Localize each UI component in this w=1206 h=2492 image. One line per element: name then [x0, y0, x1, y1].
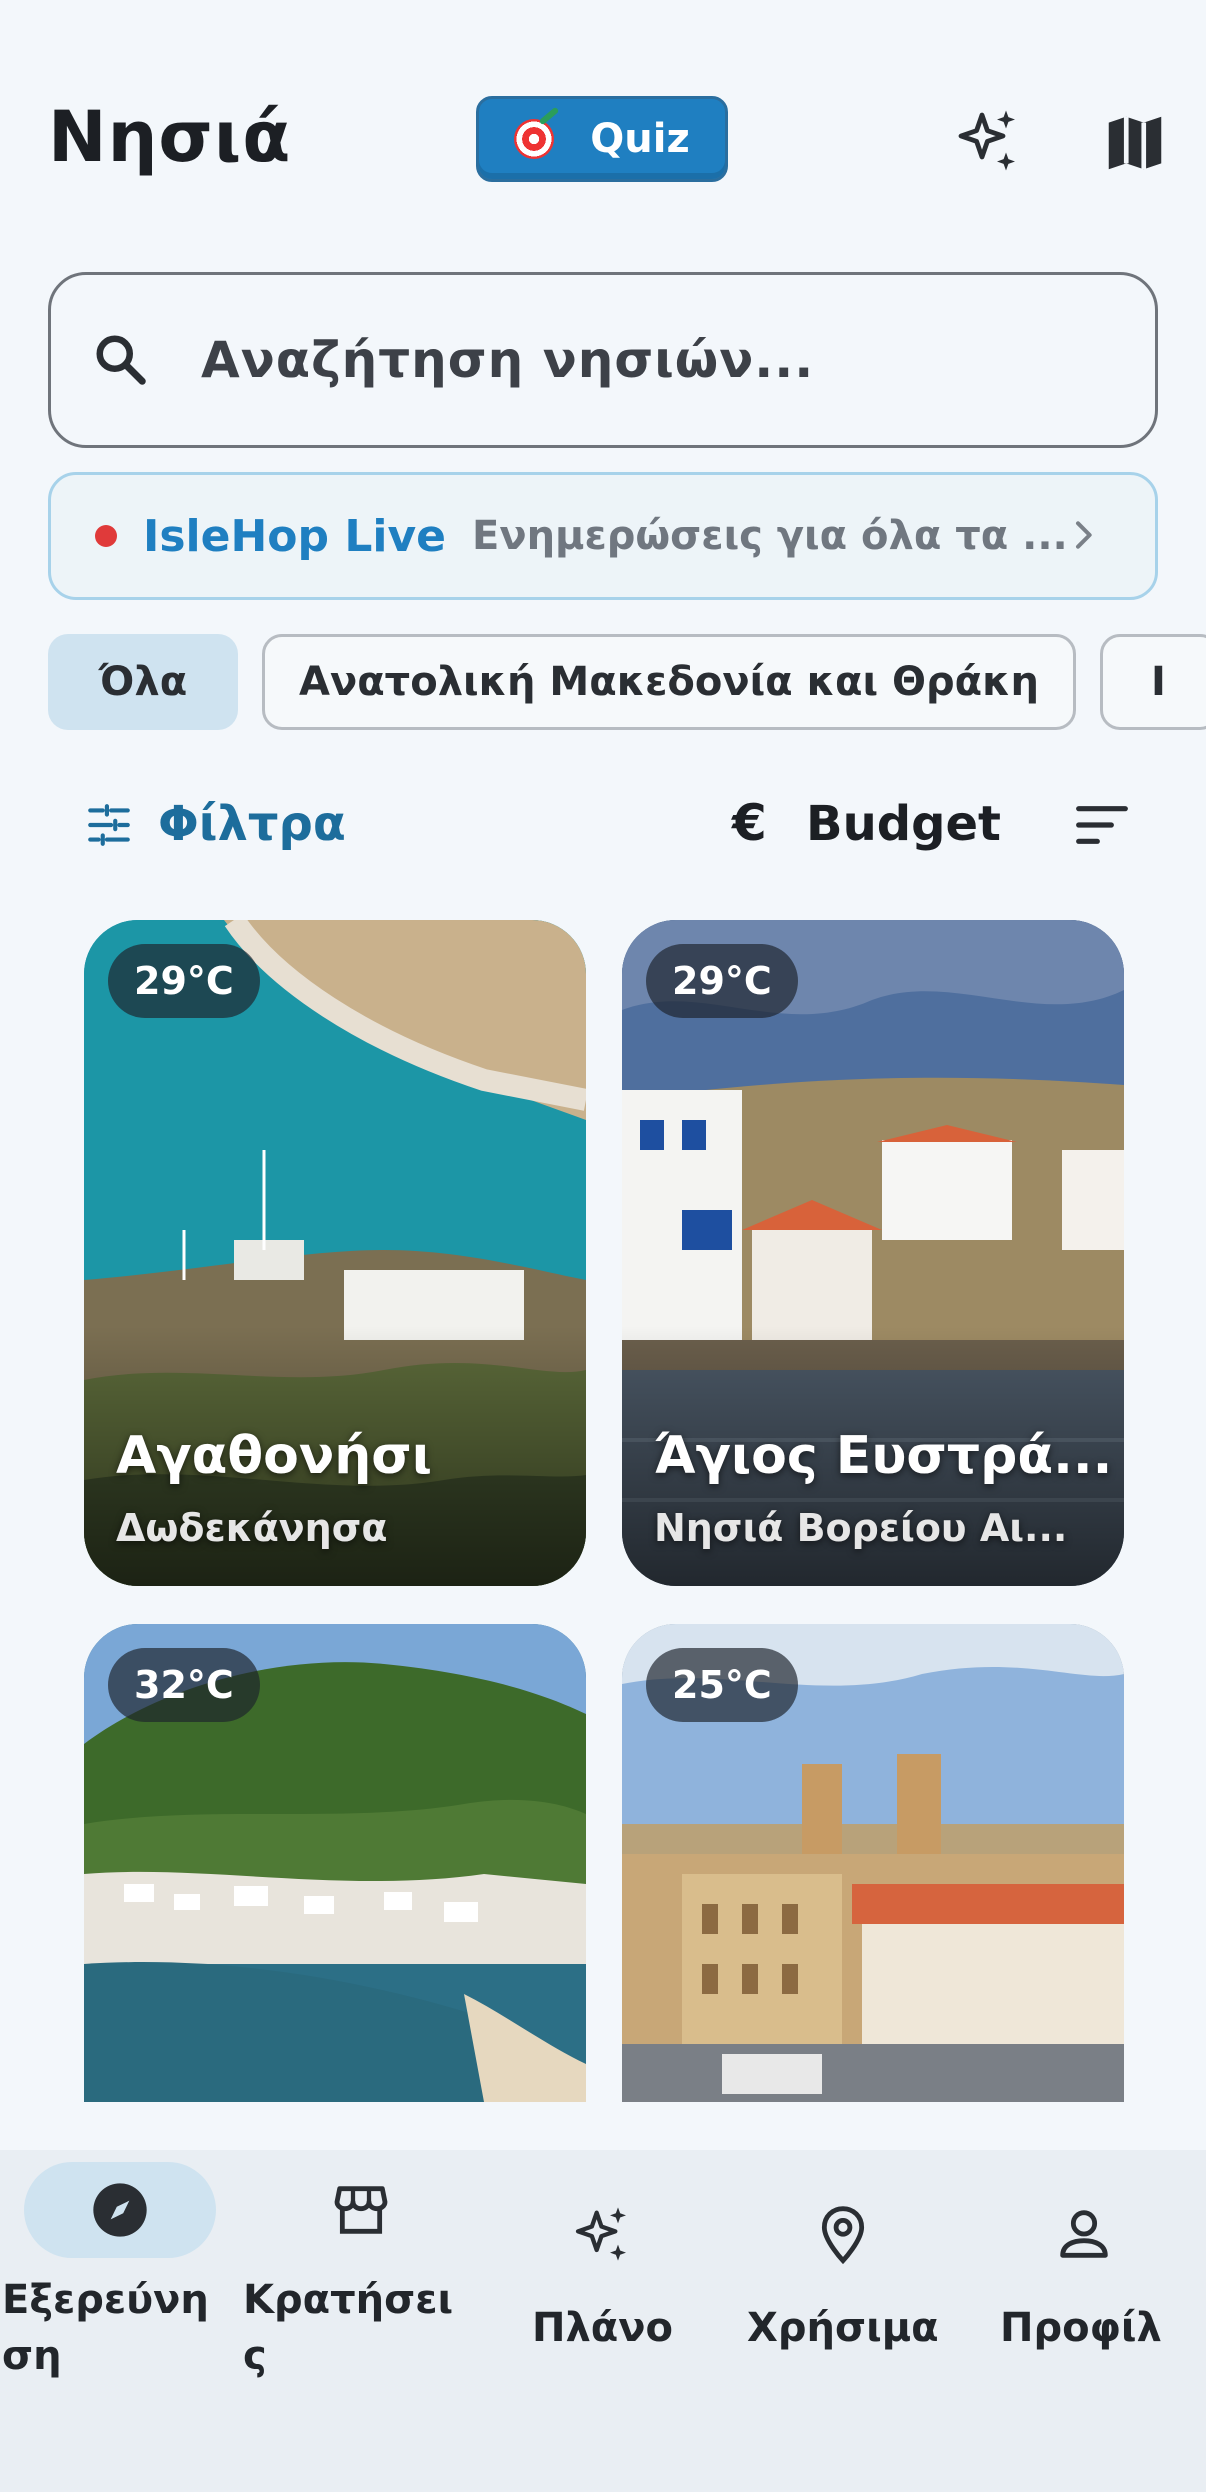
- search-input[interactable]: Αναζήτηση νησιών...: [48, 272, 1158, 448]
- chip-region-partial[interactable]: Ι: [1100, 634, 1206, 730]
- sparkle-icon: [575, 2207, 626, 2261]
- nav-useful[interactable]: Χρήσιμα: [723, 2150, 964, 2492]
- nav-useful-label: Χρήσιμα: [747, 2305, 939, 2351]
- temperature-badge: 29°C: [108, 944, 260, 1018]
- nav-plan[interactable]: Πλάνο: [482, 2150, 723, 2492]
- live-subtitle: Ενημερώσεις για όλα τα ...: [472, 513, 1068, 559]
- target-icon: [514, 119, 555, 159]
- live-indicator-dot: [95, 525, 117, 547]
- nav-profile[interactable]: Προφίλ: [964, 2150, 1205, 2492]
- bottom-navigation: Εξερεύνη ση Κρατήσει ς Πλάνο Χρήσιμα Προ…: [0, 2150, 1206, 2492]
- filters-button[interactable]: Φίλτρα: [158, 796, 346, 852]
- search-placeholder: Αναζήτηση νησιών...: [201, 331, 815, 389]
- island-name: Αγαθονήσι: [116, 1426, 433, 1486]
- quiz-button-label: Quiz: [590, 116, 690, 162]
- sort-icon[interactable]: [1074, 800, 1130, 850]
- nav-profile-label: Προφίλ: [1000, 2305, 1162, 2351]
- nav-bookings-label: Κρατήσει ς: [243, 2277, 454, 2379]
- filters-icon[interactable]: [84, 800, 134, 850]
- live-updates-banner[interactable]: IsleHop Live Ενημερώσεις για όλα τα ...: [48, 472, 1158, 600]
- quiz-button[interactable]: Quiz: [476, 96, 728, 182]
- nav-explore-label: Εξερεύνη ση: [2, 2277, 209, 2379]
- budget-button[interactable]: Budget: [806, 796, 1001, 852]
- euro-icon: €: [732, 794, 767, 852]
- island-card[interactable]: 29°C Αγαθονήσι Δωδεκάνησα: [84, 920, 586, 1586]
- search-icon: [96, 335, 146, 385]
- nav-bookings[interactable]: Κρατήσει ς: [241, 2150, 482, 2492]
- temperature-badge: 25°C: [646, 1648, 798, 1722]
- chip-region[interactable]: Ανατολική Μακεδονία και Θράκη: [262, 634, 1076, 730]
- island-region: Νησιά Βορείου Αι...: [654, 1506, 1068, 1550]
- nav-plan-label: Πλάνο: [532, 2305, 673, 2351]
- location-pin-icon: [821, 2206, 865, 2265]
- temperature-badge: 32°C: [108, 1648, 260, 1722]
- map-icon[interactable]: [1100, 108, 1170, 178]
- live-title: IsleHop Live: [143, 510, 446, 562]
- person-icon: [1060, 2210, 1108, 2258]
- chevron-right-icon: [1076, 521, 1092, 549]
- island-name: Άγιος Ευστρά...: [654, 1426, 1113, 1486]
- sparkle-icon[interactable]: [952, 106, 1024, 178]
- island-card[interactable]: 29°C Άγιος Ευστρά... Νησιά Βορείου Αι...: [622, 920, 1124, 1586]
- chip-all[interactable]: Όλα: [48, 634, 238, 730]
- page-title: Νησιά: [48, 96, 292, 178]
- island-card[interactable]: 25°C: [622, 1624, 1124, 2102]
- nav-explore[interactable]: Εξερεύνη ση: [0, 2150, 241, 2492]
- store-icon: [334, 2186, 388, 2234]
- island-card[interactable]: 32°C: [84, 1624, 586, 2102]
- compass-icon: [93, 2183, 147, 2237]
- island-region: Δωδεκάνησα: [116, 1506, 388, 1550]
- temperature-badge: 29°C: [646, 944, 798, 1018]
